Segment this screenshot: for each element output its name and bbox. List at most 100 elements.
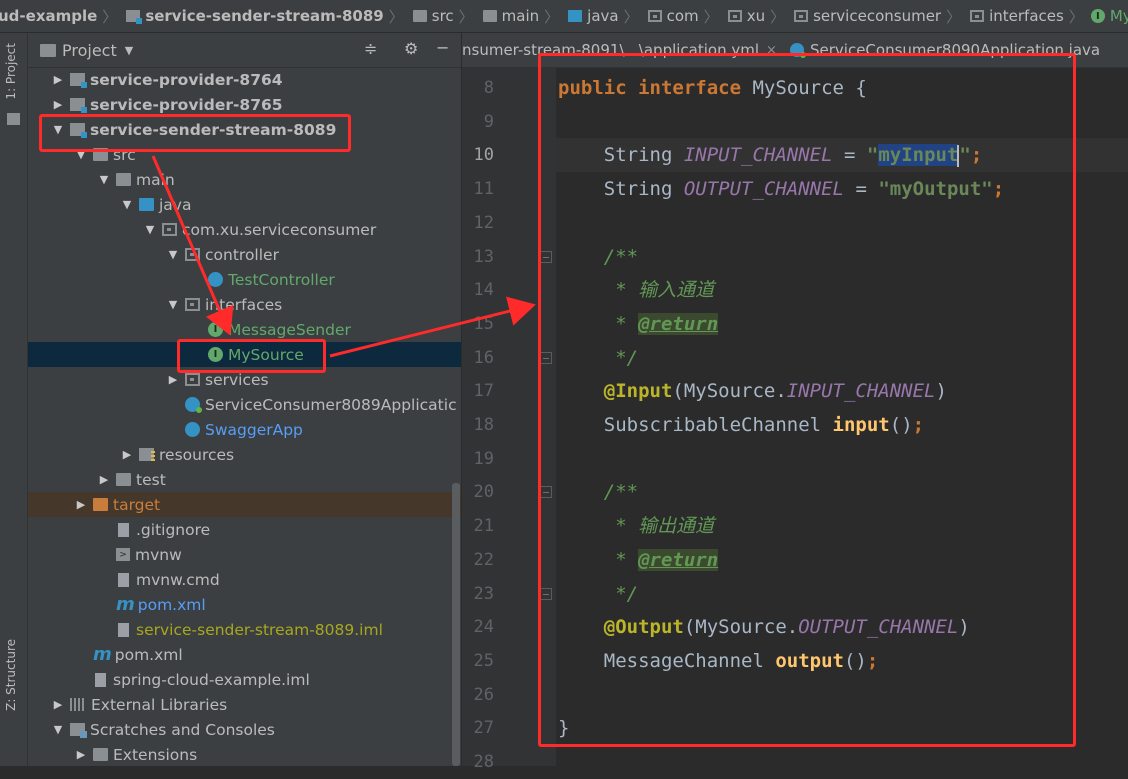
tree-item-label: TestController [228, 270, 335, 289]
breadcrumb-item[interactable]: com [646, 7, 699, 25]
tree-item[interactable]: ▶ External Libraries [28, 692, 461, 717]
tree-item-label: test [136, 470, 166, 489]
tree-item[interactable]: ▼ interfaces [28, 292, 461, 317]
breadcrumb-item[interactable]: serviceconsumer [792, 7, 941, 25]
collapsed-arrow-icon[interactable]: ▶ [73, 748, 89, 761]
breadcrumb-label: java [587, 7, 619, 25]
breadcrumb-item[interactable]: ud-example [0, 7, 97, 25]
tree-item[interactable]: ▶service-sender-stream-8089.iml [28, 617, 461, 642]
collapsed-arrow-icon[interactable]: ▶ [165, 373, 181, 386]
breadcrumb-separator-icon: 〉 [544, 7, 560, 26]
expanded-arrow-icon[interactable]: ▼ [50, 723, 66, 736]
module-icon [70, 73, 87, 88]
tree-item-label: External Libraries [91, 695, 228, 714]
tree-item[interactable]: ▶ test [28, 467, 461, 492]
breadcrumb-separator-icon: 〉 [102, 7, 118, 26]
tree-item[interactable]: ▶ Extensions [28, 742, 461, 766]
structure-tool-tab[interactable]: Z: Structure [4, 639, 18, 711]
breadcrumb-item[interactable]: service-sender-stream-8089 [124, 7, 384, 25]
expanded-arrow-icon[interactable]: ▼ [165, 248, 181, 261]
file-icon [118, 622, 129, 637]
libs-icon [70, 698, 86, 711]
highlight-box-editor [538, 53, 1076, 747]
tree-item[interactable]: ▼ Scratches and Consoles [28, 717, 461, 742]
tree-item-label: mvnw [135, 545, 182, 564]
tree-item[interactable]: ▶ target [28, 492, 461, 517]
highlight-box-mysource [177, 339, 326, 373]
tree-item[interactable]: ▶SwaggerApp [28, 417, 461, 442]
mvn-icon: m [116, 594, 135, 615]
collapsed-arrow-icon[interactable]: ▶ [50, 98, 66, 111]
project-folder-icon [40, 43, 56, 57]
breadcrumb-item[interactable]: java [566, 7, 619, 25]
project-tool-tab[interactable]: 1: Project [4, 43, 18, 100]
tree-item[interactable]: ▼ java [28, 192, 461, 217]
line-number: 21 [473, 516, 494, 537]
tree-item-label: java [159, 195, 192, 214]
tree-item-label: resources [159, 445, 235, 464]
tree-item[interactable]: ▶mvnw.cmd [28, 567, 461, 592]
pkg-icon [162, 223, 177, 236]
folder-icon [116, 173, 131, 186]
line-number: 17 [473, 381, 494, 402]
minus-icon[interactable]: − [436, 38, 449, 57]
left-tool-strip: 1: Project Z: Structure [0, 33, 28, 766]
breadcrumb-label: com [666, 7, 699, 25]
line-number: 14 [473, 280, 494, 301]
line-number: 28 [473, 752, 494, 772]
breadcrumb-label: MySource [1109, 7, 1128, 25]
collapsed-arrow-icon[interactable]: ▶ [73, 498, 89, 511]
breadcrumb-label: service-sender-stream-8089 [145, 7, 384, 25]
tree-item[interactable]: ▼ controller [28, 242, 461, 267]
line-number: 20 [473, 482, 494, 503]
project-scrollbar[interactable] [452, 483, 460, 766]
chevron-down-icon[interactable]: ▼ [125, 44, 133, 57]
folder-icon [482, 10, 497, 22]
target-icon [93, 498, 108, 511]
tree-item[interactable]: ▼ com.xu.serviceconsumer [28, 217, 461, 242]
breadcrumb-label: interfaces [989, 7, 1064, 25]
collapsed-arrow-icon[interactable]: ▶ [119, 448, 135, 461]
project-panel-title[interactable]: Project [62, 41, 117, 60]
tree-item[interactable]: ▶ resources [28, 442, 461, 467]
file-icon [95, 672, 106, 687]
gear-icon[interactable]: ⚙ [404, 39, 418, 58]
breadcrumb-item[interactable]: main [481, 7, 539, 25]
breadcrumb-label: serviceconsumer [813, 7, 942, 25]
breadcrumb-item[interactable]: src [411, 7, 454, 25]
folder-icon [93, 748, 108, 761]
tree-item[interactable]: ▶mpom.xml [28, 642, 461, 667]
line-number: 27 [473, 718, 494, 739]
breadcrumb-item[interactable]: xu [726, 7, 765, 25]
tree-item[interactable]: ▶>mvnw [28, 542, 461, 567]
collapsed-arrow-icon[interactable]: ▶ [96, 473, 112, 486]
tree-item[interactable]: ▶spring-cloud-example.iml [28, 667, 461, 692]
expanded-arrow-icon[interactable]: ▼ [142, 223, 158, 236]
expanded-arrow-icon[interactable]: ▼ [119, 198, 135, 211]
tree-item-label: services [205, 370, 269, 389]
project-tab-folder-icon [7, 113, 20, 125]
breadcrumb-item[interactable]: I MySource [1090, 7, 1128, 25]
line-number: 19 [473, 448, 494, 469]
line-number: 16 [473, 347, 494, 368]
line-number: 12 [473, 212, 494, 233]
collapsed-arrow-icon[interactable]: ▶ [50, 698, 66, 711]
line-number: 24 [473, 617, 494, 638]
breadcrumb-item[interactable]: interfaces [968, 7, 1064, 25]
collapse-all-icon[interactable]: ≑ [364, 39, 377, 58]
breadcrumb-separator-icon: 〉 [770, 7, 786, 26]
tree-item[interactable]: ▶.gitignore [28, 517, 461, 542]
line-number: 15 [473, 313, 494, 334]
tree-item-label: mvnw.cmd [136, 570, 220, 589]
tree-item[interactable]: ▶ service-provider-8764 [28, 67, 461, 92]
expanded-arrow-icon[interactable]: ▼ [96, 173, 112, 186]
tree-item[interactable]: ▶TestController [28, 267, 461, 292]
tree-item[interactable]: ▼ main [28, 167, 461, 192]
collapsed-arrow-icon[interactable]: ▶ [50, 73, 66, 86]
tree-item[interactable]: ▶mpom.xml [28, 592, 461, 617]
expanded-arrow-icon[interactable]: ▼ [165, 298, 181, 311]
tree-item-label: controller [205, 245, 279, 264]
cls-icon [208, 272, 223, 287]
line-number: 18 [473, 415, 494, 435]
tree-item[interactable]: ▶ServiceConsumer8089Applicatic [28, 392, 461, 417]
